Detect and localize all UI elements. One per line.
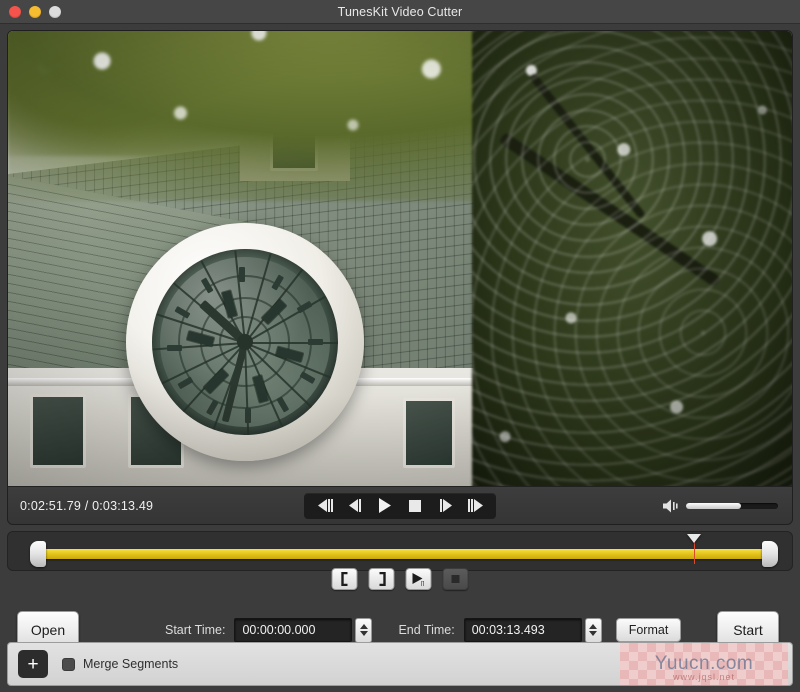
playhead-knob-icon[interactable] (687, 534, 701, 543)
window-controls (9, 5, 61, 18)
segments-bar: + Merge Segments Yuucn.com www.jqsl.net (7, 642, 793, 686)
transport-controls (304, 492, 496, 519)
format-button[interactable]: Format (615, 618, 682, 642)
end-time-group: End Time: (398, 617, 602, 643)
volume-slider-fill (686, 502, 742, 509)
step-back-fast-button[interactable] (312, 496, 338, 516)
video-frame-image (8, 31, 792, 486)
start-time-label: Start Time: (165, 623, 226, 637)
player-controls: 0:02:51.79 / 0:03:13.49 (8, 486, 792, 524)
svg-text:[]: [] (421, 582, 425, 587)
video-stage[interactable] (8, 31, 792, 486)
end-time-label: End Time: (398, 623, 455, 637)
merge-segments-checkbox[interactable]: Merge Segments (62, 657, 178, 671)
timeline-track[interactable] (42, 549, 766, 559)
stop-icon (409, 499, 421, 512)
volume-slider[interactable] (686, 502, 778, 509)
time-readout: 0:02:51.79 / 0:03:13.49 (20, 498, 154, 513)
preview-segment-button[interactable]: [] (405, 568, 432, 590)
close-button[interactable] (9, 5, 21, 18)
start-time-stepper[interactable] (355, 617, 373, 643)
timeline-playhead[interactable] (687, 534, 701, 564)
step-forward-fast-button[interactable] (462, 496, 488, 516)
merge-segments-label: Merge Segments (83, 657, 179, 671)
play-button[interactable] (372, 496, 398, 516)
volume-icon (663, 499, 678, 512)
trim-end-handle[interactable] (762, 541, 778, 567)
step-back-fast-icon (317, 499, 333, 512)
watermark-text: Yuucn.com (654, 653, 754, 674)
trim-timeline[interactable] (7, 531, 793, 571)
minimize-button[interactable] (29, 5, 41, 18)
bracket-left-icon (340, 572, 347, 586)
stop-square-icon (451, 575, 460, 583)
player-panel: 0:02:51.79 / 0:03:13.49 (7, 30, 793, 525)
watermark: Yuucn.com www.jqsl.net (620, 643, 788, 685)
add-segment-button[interactable]: + (18, 650, 48, 678)
volume-control[interactable] (663, 499, 778, 513)
step-forward-button[interactable] (432, 496, 458, 516)
checkbox-box-icon[interactable] (62, 657, 75, 671)
start-time-input[interactable] (234, 618, 353, 642)
window-title: TunesKit Video Cutter (337, 4, 463, 19)
stop-button[interactable] (402, 496, 428, 516)
maximize-button[interactable] (49, 5, 61, 18)
start-time-group: Start Time: (165, 617, 373, 643)
titlebar: TunesKit Video Cutter (0, 0, 800, 24)
clip-tools: [] (331, 568, 469, 590)
app-window: TunesKit Video Cutter 0:02:51.79 / 0:03:… (0, 0, 800, 692)
step-back-icon (348, 499, 361, 512)
play-segment-icon: [] (412, 573, 425, 587)
set-end-button[interactable] (368, 568, 395, 590)
play-icon (379, 498, 391, 513)
step-forward-icon (439, 499, 452, 512)
trim-start-handle[interactable] (30, 541, 46, 567)
step-back-button[interactable] (342, 496, 368, 516)
stop-preview-button[interactable] (442, 568, 469, 590)
bracket-right-icon (379, 572, 386, 586)
set-start-button[interactable] (331, 568, 358, 590)
step-forward-fast-icon (467, 499, 483, 512)
end-time-input[interactable] (463, 618, 582, 642)
end-time-stepper[interactable] (584, 617, 602, 643)
